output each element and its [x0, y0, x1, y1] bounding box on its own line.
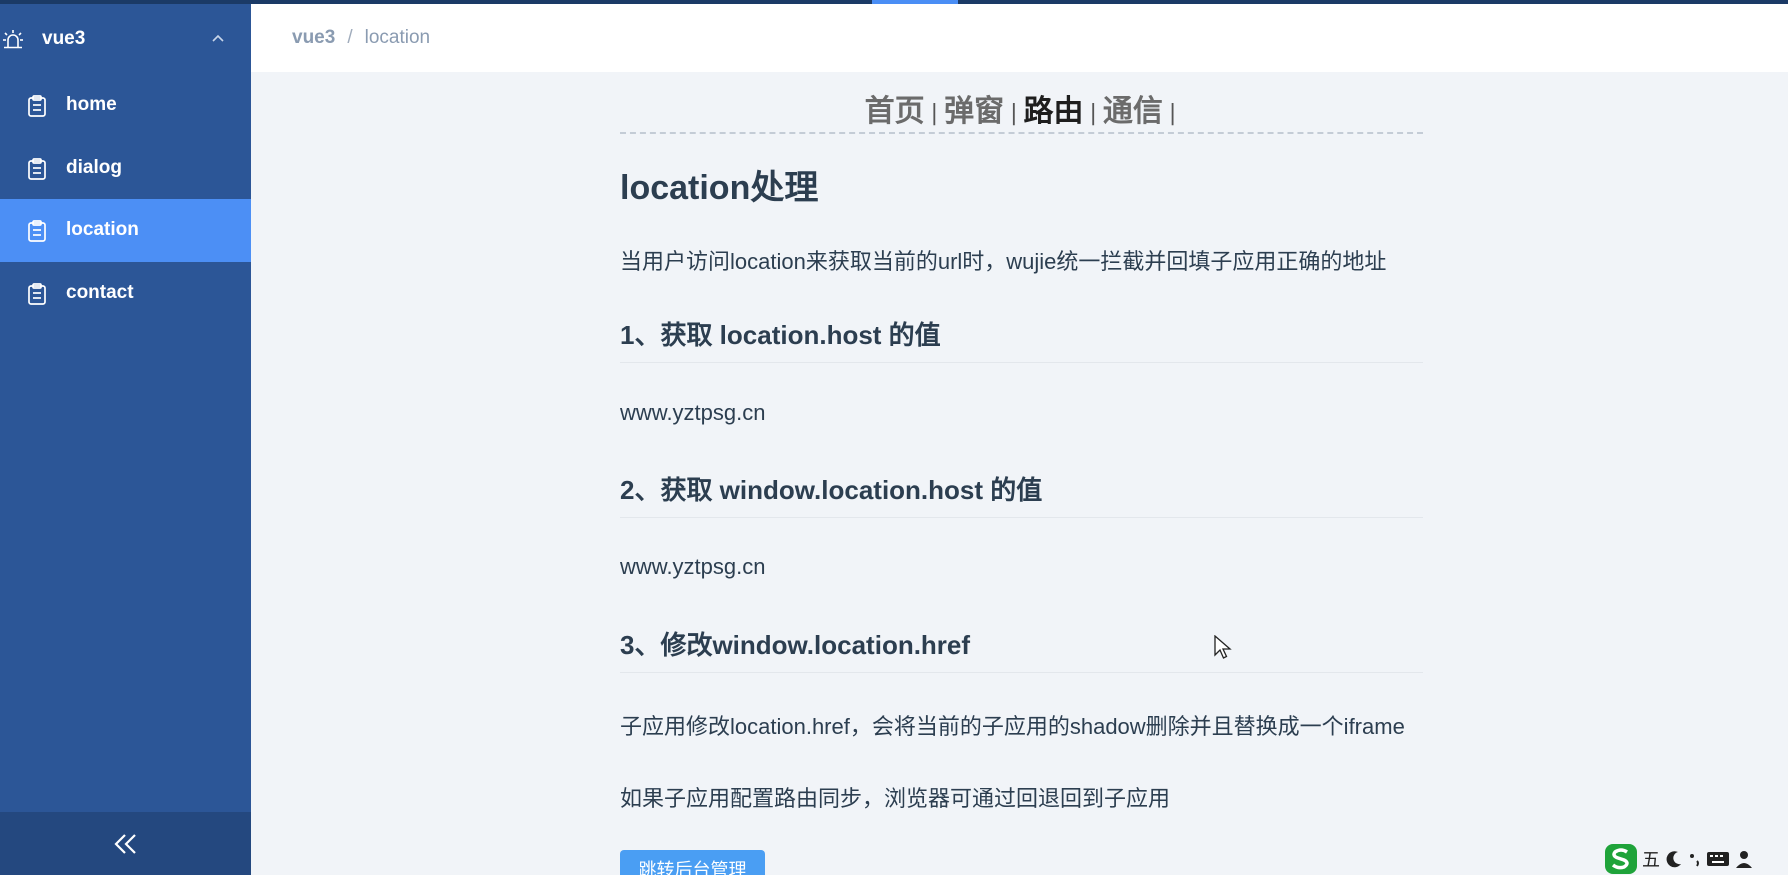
section-value-1: www.yztpsg.cn: [620, 400, 766, 425]
sidebar-item-label: location: [66, 219, 139, 240]
punctuation-icon[interactable]: [1688, 849, 1702, 869]
clipboard-icon: [28, 95, 46, 117]
sidebar-item-home[interactable]: home: [0, 74, 251, 137]
breadcrumb-root[interactable]: vue3: [292, 27, 335, 49]
intro-paragraph: 当用户访问location来获取当前的url时，wujie统一拦截并回填子应用正…: [620, 249, 1387, 274]
sidebar-item-location[interactable]: location: [0, 199, 251, 262]
sidebar: vue3 home dialog location contact: [0, 0, 251, 875]
sidebar-item-label: contact: [66, 282, 134, 303]
sidebar-submenu-header[interactable]: vue3: [0, 14, 251, 64]
app-nav: 首页 | 弹窗 | 路由 | 通信 |: [620, 89, 1423, 134]
ime-toolbar: 五: [1604, 842, 1788, 875]
sidebar-item-dialog[interactable]: dialog: [0, 137, 251, 200]
nav-link-contact[interactable]: 通信: [1101, 92, 1165, 132]
section-heading-1: 1、获取 location.host 的值: [620, 315, 1423, 363]
sidebar-collapse-button[interactable]: [0, 812, 251, 875]
nav-separator: |: [1010, 101, 1018, 126]
breadcrumb-current: location: [364, 27, 431, 48]
note-paragraph: 如果子应用配置路由同步，浏览器可通过回退回到子应用: [620, 786, 1171, 811]
top-progress-line: [0, 0, 1788, 4]
sidebar-item-label: dialog: [66, 157, 122, 178]
nav-link-dialog[interactable]: 弹窗: [942, 92, 1006, 132]
section-value-2: www.yztpsg.cn: [620, 554, 766, 579]
nav-link-location[interactable]: 路由: [1022, 92, 1086, 132]
section-heading-3: 3、修改window.location.href: [620, 625, 1423, 673]
main-content: 首页 | 弹窗 | 路由 | 通信 | location处理 当用户访问loca…: [620, 72, 1423, 875]
nav-separator: |: [930, 101, 939, 126]
sogou-s-logo-icon[interactable]: [1604, 843, 1638, 875]
sidebar-app-title: vue3: [42, 28, 86, 49]
double-chevron-left-icon: [113, 833, 136, 854]
section-value-3: 子应用修改location.href，会将当前的子应用的shadow删除并且替换…: [620, 714, 1405, 739]
user-icon[interactable]: [1734, 849, 1754, 869]
chevron-up-icon: [212, 34, 224, 42]
page-title: location处理: [620, 169, 819, 207]
sidebar-item-contact[interactable]: contact: [0, 262, 251, 325]
moon-icon[interactable]: [1664, 849, 1684, 869]
ime-mode[interactable]: 五: [1642, 846, 1660, 872]
nav-separator: |: [1089, 101, 1097, 126]
breadcrumb-separator: /: [347, 27, 353, 48]
breadcrumb: vue3 / location: [292, 27, 430, 49]
mouse-cursor-icon: [1214, 635, 1232, 659]
nav-link-home[interactable]: 首页: [863, 92, 927, 132]
top-header: vue3 / location: [251, 4, 1788, 72]
clipboard-icon: [28, 220, 46, 242]
nav-separator: |: [1168, 101, 1177, 126]
sidebar-item-label: home: [66, 94, 117, 115]
jump-admin-button[interactable]: 跳转后台管理: [620, 850, 765, 875]
clipboard-icon: [28, 158, 46, 180]
bug-icon: [3, 30, 23, 49]
keyboard-icon[interactable]: [1706, 849, 1730, 869]
section-heading-2: 2、获取 window.location.host 的值: [620, 470, 1423, 518]
top-progress-highlight: [872, 0, 958, 4]
clipboard-icon: [28, 283, 46, 305]
